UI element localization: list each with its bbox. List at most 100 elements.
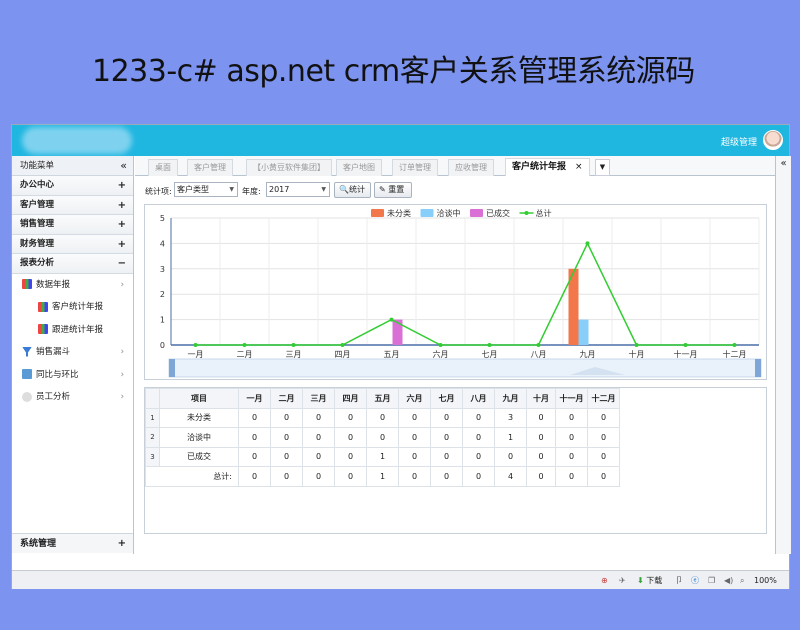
table-header-row: 项目 一月 二月 三月 四月 五月 六月 七月 八月 九月 十月 十一月 十二月	[145, 388, 620, 409]
year-select[interactable]: 2017 ▼	[266, 182, 330, 197]
expand-icon[interactable]: +	[118, 215, 126, 234]
table-cell: 0	[430, 407, 463, 428]
x-tick-label: 九月	[580, 350, 596, 359]
column-header[interactable]: 十二月	[587, 388, 620, 409]
sidebar: 功能菜单 « 办公中心 + 客户管理 + 销售管理 + 财务管理 + 报表分析 − 数据年…	[12, 156, 134, 554]
right-panel-toggle[interactable]: «	[775, 156, 791, 554]
line-point	[242, 343, 247, 347]
tab-customer-management[interactable]: 客户管理	[187, 159, 233, 176]
line-point	[389, 317, 394, 322]
tab-desktop[interactable]: 桌面	[148, 159, 178, 176]
sidebar-item-yoy-mom[interactable]: 同比与环比 ›	[12, 364, 133, 387]
sidebar-item-customer-annual[interactable]: 客户统计年报	[12, 296, 133, 319]
volume-icon[interactable]: ◀)	[724, 574, 733, 587]
tab-order-management[interactable]: 订单管理	[392, 159, 438, 176]
table-cell: 0	[430, 427, 463, 448]
security-icon[interactable]: ⊕	[601, 574, 608, 587]
sidebar-item-sales-funnel[interactable]: 销售漏斗 ›	[12, 341, 133, 364]
download-button[interactable]: ⬇ 下载	[637, 574, 662, 587]
column-header[interactable]: 四月	[334, 388, 367, 409]
column-header[interactable]: 三月	[302, 388, 335, 409]
table-cell: 0	[302, 446, 335, 467]
year-value: 2017	[269, 185, 290, 194]
column-header[interactable]: 一月	[238, 388, 271, 409]
table-cell: 0	[526, 446, 556, 467]
sidebar-item-label: 跟进统计年报	[52, 324, 104, 335]
expand-icon[interactable]: +	[118, 534, 126, 554]
stat-type-select[interactable]: 客户类型 ▼	[174, 182, 238, 197]
annual-data-grid: 项目 一月 二月 三月 四月 五月 六月 七月 八月 九月 十月 十一月 十二月	[144, 387, 767, 534]
total-cell: 0	[462, 466, 495, 487]
zoom-handle-right[interactable]	[755, 359, 761, 377]
window-icon[interactable]: ❐	[708, 574, 715, 587]
total-cell: 1	[366, 466, 399, 487]
x-tick-label: 十一月	[674, 349, 698, 359]
x-tick-label: 十二月	[723, 349, 747, 359]
sidebar-item-data-annual[interactable]: 数据年报 ›	[12, 274, 133, 297]
sidebar-item-followup-annual[interactable]: 跟进统计年报	[12, 319, 133, 342]
user-name[interactable]: 超级管理	[721, 135, 757, 148]
sidebar-group-reports[interactable]: 报表分析 −	[12, 254, 133, 274]
expand-icon[interactable]: +	[118, 176, 126, 195]
sidebar-group-office[interactable]: 办公中心 +	[12, 176, 133, 196]
table-row[interactable]: 1 未分类 0 0 0 0 0 0 0 0 3 0 0 0	[145, 407, 620, 428]
compat-icon[interactable]: 卩	[675, 574, 683, 587]
zoom-level[interactable]: 100%	[754, 574, 777, 587]
table-cell: 0	[238, 446, 271, 467]
column-header[interactable]: 五月	[366, 388, 399, 409]
funnel-icon	[22, 346, 32, 357]
sidebar-group-finance[interactable]: 财务管理 +	[12, 234, 133, 254]
pin-icon[interactable]: ✈	[619, 574, 626, 587]
x-tick-label: 二月	[237, 350, 253, 359]
sidebar-group-sales[interactable]: 销售管理 +	[12, 215, 133, 235]
collapse-right-icon[interactable]: «	[780, 158, 786, 169]
stat-button[interactable]: 🔍统计	[334, 182, 371, 198]
column-header[interactable]: 八月	[462, 388, 495, 409]
total-cell: 0	[555, 466, 588, 487]
table-cell: 0	[302, 427, 335, 448]
expand-icon[interactable]: +	[118, 196, 126, 215]
year-label: 年度:	[242, 187, 261, 196]
tab-label: 桌面	[155, 163, 171, 172]
avatar[interactable]	[763, 130, 783, 150]
sidebar-item-staff-analysis[interactable]: 员工分析 ›	[12, 386, 133, 409]
table-cell: 0	[334, 407, 367, 428]
total-cell: 0	[302, 466, 335, 487]
zoom-slider-track[interactable]	[168, 358, 762, 378]
table-cell: 1	[494, 427, 527, 448]
expand-icon[interactable]: +	[118, 235, 126, 254]
table-cell: 0	[302, 407, 335, 428]
bar-chart-icon	[22, 279, 32, 289]
table-cell: 0	[526, 427, 556, 448]
collapse-sidebar-icon[interactable]: «	[120, 156, 127, 176]
table-cell: 0	[398, 427, 431, 448]
table-row[interactable]: 2 洽谈中 0 0 0 0 0 0 0 0 1 0 0 0	[145, 427, 620, 448]
zoom-icon[interactable]: ⌕	[740, 574, 744, 587]
table-row[interactable]: 3 已成交 0 0 0 0 1 0 0 0 0 0 0 0	[145, 446, 620, 467]
data-table: 项目 一月 二月 三月 四月 五月 六月 七月 八月 九月 十月 十一月 十二月	[145, 388, 620, 487]
column-header[interactable]: 二月	[270, 388, 303, 409]
sidebar-group-system[interactable]: 系统管理 +	[12, 533, 133, 553]
column-header[interactable]: 项目	[159, 388, 239, 409]
zoom-handle-left[interactable]	[169, 359, 175, 377]
tab-customer-annual-report[interactable]: 客户统计年报 ×	[505, 158, 590, 176]
table-cell: 0	[555, 407, 588, 428]
tab-receivables[interactable]: 应收管理	[448, 159, 494, 176]
tab-company[interactable]: 【小黄豆软件集团】	[246, 159, 332, 176]
column-header[interactable]: 十月	[526, 388, 556, 409]
table-cell: 0	[334, 427, 367, 448]
tab-label: 客户统计年报	[512, 162, 567, 172]
sidebar-group-customer[interactable]: 客户管理 +	[12, 195, 133, 215]
column-header[interactable]: 十一月	[555, 388, 588, 409]
column-header[interactable]: 七月	[430, 388, 463, 409]
tab-list-dropdown-icon[interactable]: ▼	[595, 159, 610, 176]
collapse-icon[interactable]: −	[118, 254, 126, 273]
line-point	[536, 343, 541, 347]
reset-button[interactable]: ✎ 重置	[374, 182, 412, 198]
close-icon[interactable]: ×	[575, 162, 583, 172]
ie-icon[interactable]: ⓔ	[691, 574, 699, 587]
tab-customer-map[interactable]: 客户地图	[336, 159, 382, 176]
column-header[interactable]: 九月	[494, 388, 527, 409]
sidebar-item-label: 客户统计年报	[52, 302, 104, 312]
column-header[interactable]: 六月	[398, 388, 431, 409]
